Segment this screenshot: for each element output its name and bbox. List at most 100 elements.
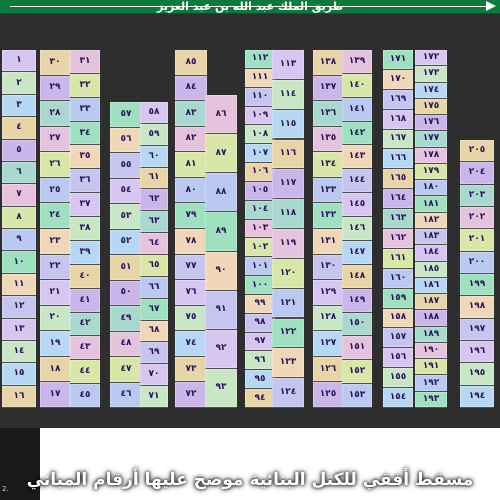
- building-block[interactable]: ٩٣: [205, 368, 237, 407]
- building-block[interactable]: ١١٥: [272, 109, 304, 139]
- building-block[interactable]: ١١٧: [272, 169, 304, 199]
- building-block[interactable]: ١٠٨: [245, 125, 275, 144]
- building-block[interactable]: ١٨٣: [415, 229, 447, 245]
- building-block[interactable]: ١٥٨: [383, 308, 413, 328]
- building-block[interactable]: ٣٠: [40, 50, 70, 75]
- building-block[interactable]: ٩٥: [245, 370, 275, 389]
- building-block[interactable]: ٥٥: [110, 153, 142, 178]
- building-block[interactable]: ١٧٥: [415, 98, 447, 115]
- building-block[interactable]: ١٣٥: [313, 126, 343, 152]
- building-block[interactable]: ١٤٣: [342, 145, 372, 169]
- building-block[interactable]: ٧٧: [175, 254, 207, 280]
- building-block[interactable]: ٣٨: [70, 217, 100, 240]
- building-block[interactable]: ١١٠: [245, 87, 275, 106]
- building-block[interactable]: ١٠: [2, 251, 36, 273]
- building-block[interactable]: ١٦٤: [383, 189, 413, 209]
- building-block[interactable]: ٥٨: [140, 102, 168, 123]
- building-block[interactable]: ١٧١: [383, 50, 413, 69]
- building-block[interactable]: ١٥٧: [383, 328, 413, 348]
- building-block[interactable]: ٩: [2, 229, 36, 251]
- building-block[interactable]: ٢٠: [40, 305, 70, 331]
- building-block[interactable]: ١٢٨: [313, 305, 343, 331]
- building-block[interactable]: ١٩٨: [460, 296, 494, 318]
- building-block[interactable]: ١٨٩: [415, 326, 447, 342]
- building-block[interactable]: ١٠٣: [245, 219, 275, 238]
- building-block[interactable]: ١٥٤: [383, 388, 413, 407]
- building-block[interactable]: ١٩٩: [460, 274, 494, 296]
- building-block[interactable]: ٥٣: [110, 204, 142, 229]
- building-block[interactable]: ٥٦: [110, 127, 142, 152]
- building-block[interactable]: ١٩٥: [460, 363, 494, 385]
- building-block[interactable]: ٧٠: [140, 364, 168, 386]
- building-block[interactable]: ٧٤: [175, 331, 207, 356]
- building-block[interactable]: ١٧٠: [383, 69, 413, 89]
- building-block[interactable]: ١٣٨: [313, 50, 343, 75]
- building-block[interactable]: ١٦٩: [383, 89, 413, 109]
- building-block[interactable]: ١٨٨: [415, 310, 447, 326]
- building-block[interactable]: ٤٩: [110, 306, 142, 331]
- building-block[interactable]: ٩٢: [205, 329, 237, 368]
- building-block[interactable]: ١٧٣: [415, 66, 447, 82]
- building-block[interactable]: ٩٠: [205, 251, 237, 290]
- building-block[interactable]: ١٠٥: [245, 181, 275, 200]
- building-block[interactable]: ٤١: [70, 288, 100, 312]
- building-block[interactable]: ١٧٩: [415, 163, 447, 180]
- building-block[interactable]: ٨٠: [175, 177, 207, 203]
- building-block[interactable]: ٥: [2, 139, 36, 161]
- building-block[interactable]: ١١٣: [272, 50, 304, 79]
- building-block[interactable]: ١٢٣: [272, 348, 304, 378]
- building-block[interactable]: ١٥٥: [383, 368, 413, 388]
- building-block[interactable]: ١٥٣: [342, 384, 372, 407]
- building-block[interactable]: ٥٧: [110, 102, 142, 127]
- building-block[interactable]: ١٤٧: [342, 240, 372, 264]
- building-block[interactable]: ١٤٠: [342, 73, 372, 97]
- building-block[interactable]: ٣٧: [70, 193, 100, 217]
- building-block[interactable]: ٣٦: [70, 169, 100, 193]
- building-block[interactable]: ١٥٢: [342, 360, 372, 384]
- building-block[interactable]: ٥١: [110, 255, 142, 280]
- building-block[interactable]: ١٤٨: [342, 264, 372, 288]
- building-block[interactable]: ١١٨: [272, 199, 304, 228]
- building-block[interactable]: ١٦٣: [383, 209, 413, 228]
- building-block[interactable]: ٢٠٠: [460, 251, 494, 273]
- building-block[interactable]: ٢٠٣: [460, 184, 494, 206]
- building-block[interactable]: ٧١: [140, 386, 168, 407]
- building-block[interactable]: ٢١: [40, 280, 70, 305]
- building-block[interactable]: ٢٥: [40, 177, 70, 203]
- building-block[interactable]: ١٨١: [415, 196, 447, 212]
- building-block[interactable]: ١٢٤: [272, 378, 304, 407]
- building-block[interactable]: ١٦١: [383, 248, 413, 268]
- building-block[interactable]: ١٤٢: [342, 121, 372, 145]
- building-block[interactable]: ٣٣: [70, 97, 100, 121]
- building-block[interactable]: ١٠٢: [245, 238, 275, 257]
- building-block[interactable]: ١٣٣: [313, 177, 343, 203]
- building-block[interactable]: ١٦٠: [383, 268, 413, 288]
- building-block[interactable]: ١٨: [40, 356, 70, 382]
- building-block[interactable]: ٢٣: [40, 229, 70, 254]
- building-block[interactable]: ١٥: [2, 363, 36, 385]
- building-block[interactable]: ١٧٦: [415, 115, 447, 131]
- building-block[interactable]: ١٧٨: [415, 147, 447, 163]
- building-block[interactable]: ١٩: [40, 331, 70, 356]
- building-block[interactable]: ١٧٢: [415, 50, 447, 66]
- building-block[interactable]: ١١٤: [272, 79, 304, 109]
- building-block[interactable]: ٥٢: [110, 229, 142, 254]
- building-block[interactable]: ٢٩: [40, 75, 70, 101]
- building-block[interactable]: ٧: [2, 184, 36, 206]
- building-block[interactable]: ٤٠: [70, 264, 100, 288]
- building-block[interactable]: ٦: [2, 161, 36, 184]
- building-block[interactable]: ٨٢: [175, 126, 207, 152]
- building-block[interactable]: ١١: [2, 273, 36, 296]
- building-block[interactable]: ١: [2, 50, 36, 72]
- building-block[interactable]: ١٦٢: [383, 229, 413, 248]
- building-block[interactable]: ٤٨: [110, 331, 142, 356]
- building-block[interactable]: ٢٠٥: [460, 140, 494, 162]
- building-block[interactable]: ١٧٧: [415, 131, 447, 147]
- building-block[interactable]: ٥٩: [140, 123, 168, 145]
- building-block[interactable]: ١٤٥: [342, 193, 372, 217]
- building-block[interactable]: ١٨٥: [415, 261, 447, 277]
- building-block[interactable]: ٢٠١: [460, 229, 494, 251]
- building-block[interactable]: ٦٥: [140, 255, 168, 276]
- building-block[interactable]: ١٨٢: [415, 212, 447, 228]
- building-block[interactable]: ١٥١: [342, 336, 372, 360]
